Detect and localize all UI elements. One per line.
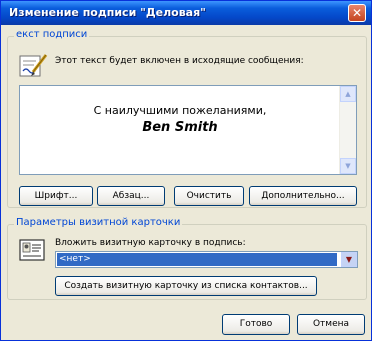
close-button[interactable]: ✕ bbox=[348, 4, 366, 22]
create-vcard-button[interactable]: Создать визитную карточку из списка конт… bbox=[55, 276, 317, 296]
close-icon: ✕ bbox=[351, 6, 363, 20]
signature-text-group-label: екст подписи bbox=[14, 29, 90, 40]
dialog-title: Изменение подписи "Деловая" bbox=[9, 6, 206, 19]
vcard-select[interactable]: <нет> ▼ bbox=[55, 251, 358, 268]
scroll-down-icon[interactable]: ▼ bbox=[340, 158, 356, 174]
clear-button[interactable]: Очистить bbox=[174, 186, 244, 206]
font-button[interactable]: Шрифт... bbox=[19, 186, 93, 206]
vcard-select-value: <нет> bbox=[57, 253, 337, 266]
signature-text-editor[interactable]: С наилучшими пожеланиями, Ben Smith ▲ ▼ bbox=[19, 85, 357, 175]
cancel-button[interactable]: Отмена bbox=[297, 314, 365, 335]
signature-line-name: Ben Smith bbox=[142, 120, 218, 135]
title-bar[interactable]: Изменение подписи "Деловая" ✕ bbox=[1, 1, 371, 25]
scroll-up-icon[interactable]: ▲ bbox=[340, 86, 356, 102]
vcard-hint: Вложить визитную карточку в подпись: bbox=[55, 238, 246, 248]
signature-pen-icon bbox=[19, 53, 49, 79]
signature-line-closing: С наилучшими пожеланиями, bbox=[93, 104, 267, 117]
chevron-down-icon[interactable]: ▼ bbox=[341, 252, 357, 267]
vcard-group-label: Параметры визитной карточки bbox=[14, 217, 183, 228]
vcard-icon bbox=[19, 238, 45, 262]
signature-edit-dialog: Изменение подписи "Деловая" ✕ екст подпи… bbox=[0, 0, 372, 341]
vertical-scrollbar[interactable]: ▲ ▼ bbox=[339, 86, 356, 174]
paragraph-button[interactable]: Абзац... bbox=[97, 186, 165, 206]
ok-button[interactable]: Готово bbox=[222, 314, 290, 335]
signature-hint: Этот текст будет включен в исходящие соо… bbox=[55, 56, 304, 66]
advanced-button[interactable]: Дополнительно... bbox=[249, 186, 357, 206]
